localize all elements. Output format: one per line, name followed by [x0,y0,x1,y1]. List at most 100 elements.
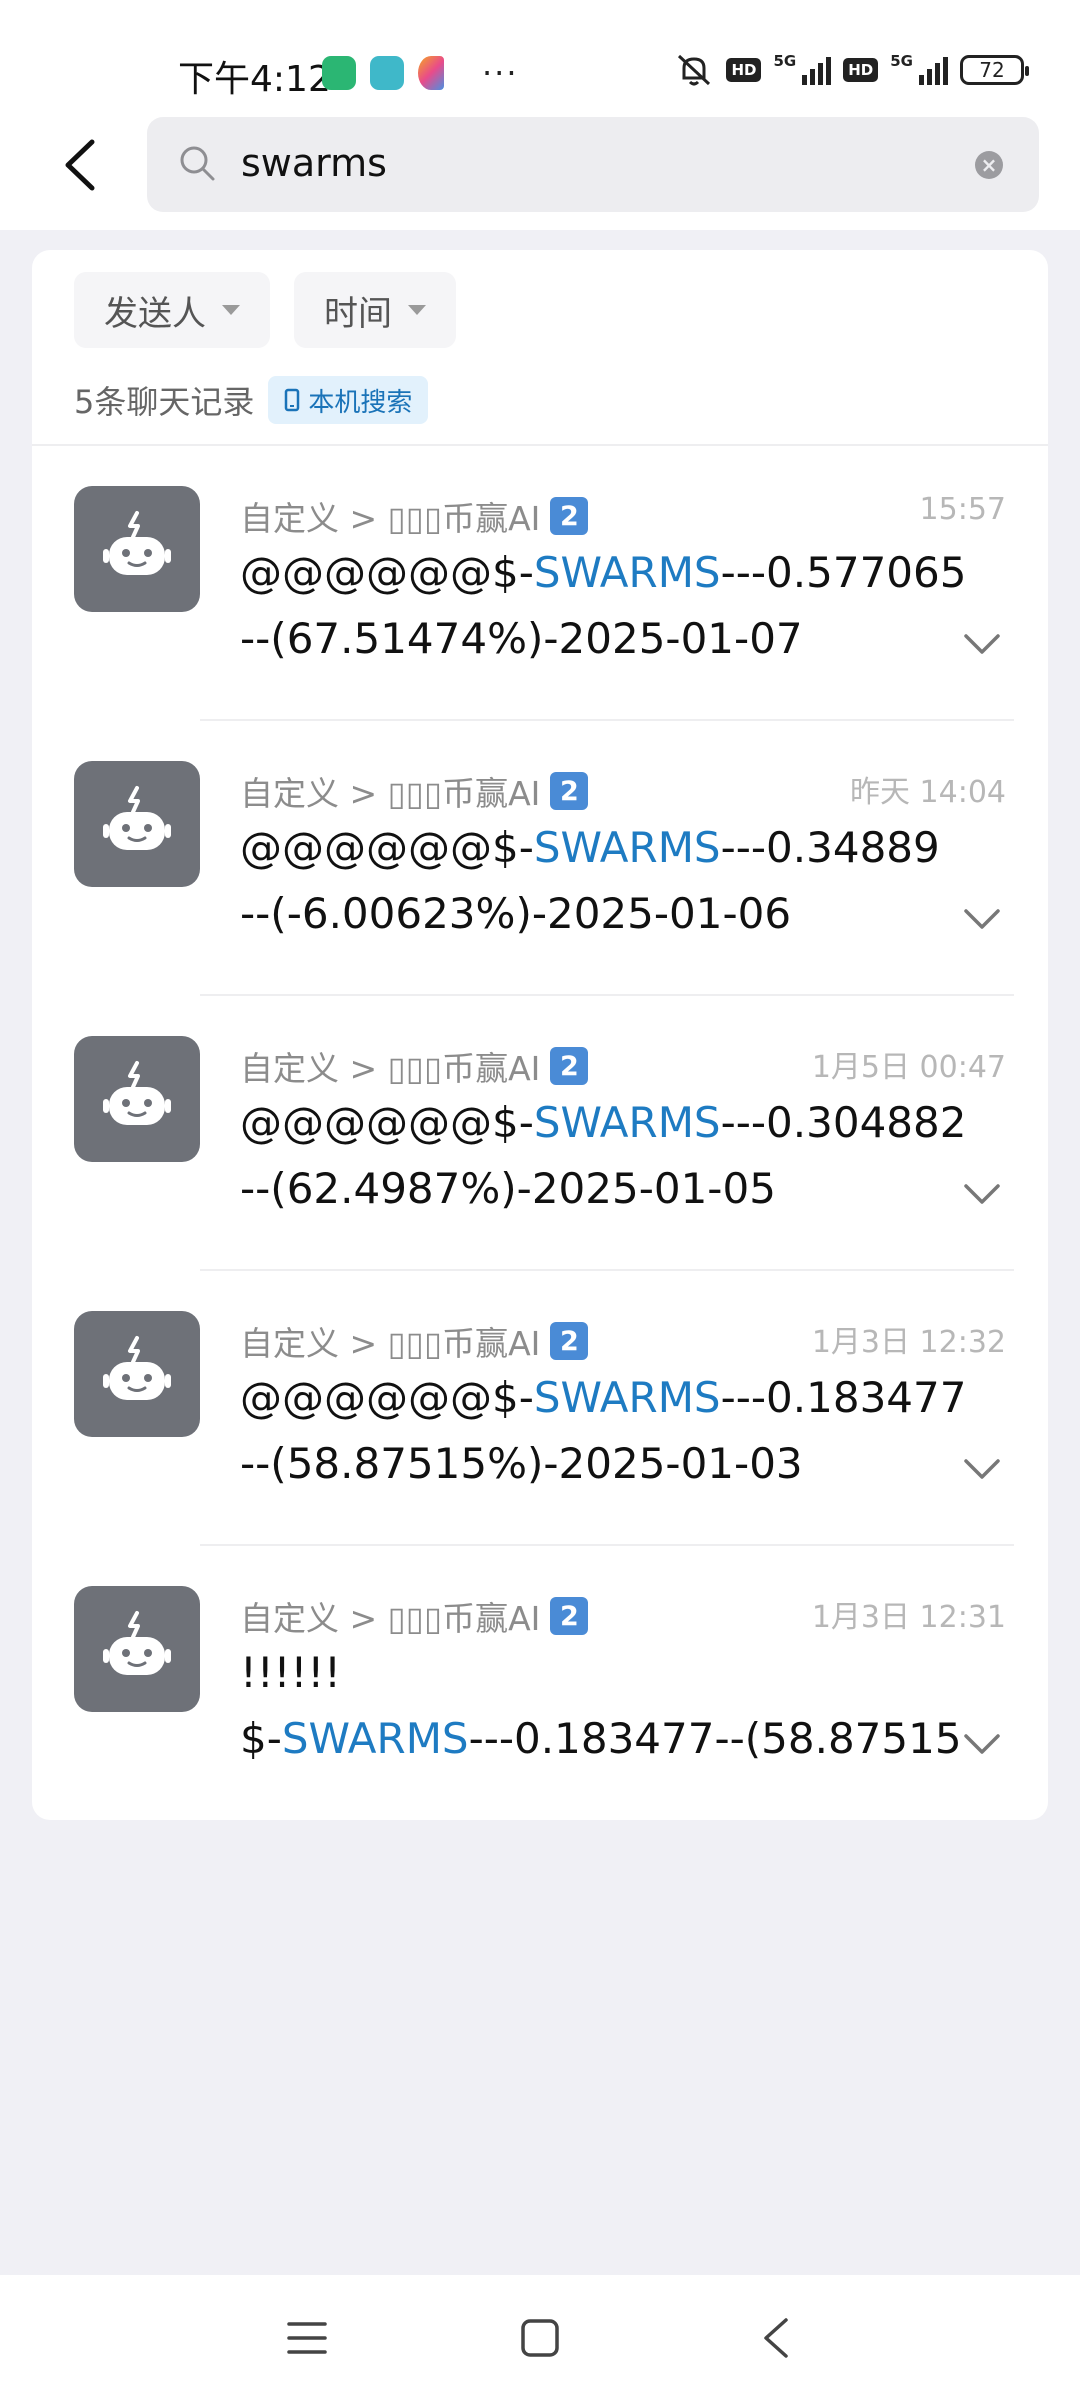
result-path-text: 自定义 > ▯▯▯币赢AI [240,1324,541,1363]
text-segment: ---0.183477--(58.87515 [468,1714,962,1763]
result-text-line1: @@@@@@$-SWARMS---0.304882 [240,1098,966,1147]
avatar [74,1036,200,1162]
text-segment: @@@@@@$- [240,548,534,597]
status-app-icons: ··· [322,54,519,92]
battery-level: 72 [979,58,1005,82]
battery-icon: 72 [960,55,1029,85]
back-button[interactable] [50,135,110,195]
chevron-down-icon[interactable] [962,899,1002,939]
result-path-text: 自定义 > ▯▯▯币赢AI [240,499,541,538]
clear-icon[interactable]: × [975,151,1003,179]
time-filter[interactable]: 时间 [294,272,456,348]
number-badge: 2 [550,497,589,535]
result-time: 1月5日 00:47 [811,1050,1006,1085]
result-path-text: 自定义 > ▯▯▯币赢AI [240,1599,541,1638]
text-segment: ---0.577065 [720,548,967,597]
robot-icon [103,511,171,575]
result-path-text: 自定义 > ▯▯▯币赢AI [240,774,541,813]
local-search-label: 本机搜索 [308,387,413,418]
local-search-button[interactable]: 本机搜索 [268,376,429,424]
search-header: swarms × [0,100,1080,230]
search-query: swarms [241,141,387,185]
avatar [74,1586,200,1712]
hd-icon: HD [843,58,879,82]
search-input[interactable]: swarms × [147,117,1039,212]
chevron-down-icon[interactable] [962,624,1002,664]
search-result-item[interactable]: 自定义 > ▯▯▯币赢AI 2 1月3日 12:32 @@@@@@$-SWARM… [32,1271,1048,1546]
signal-icon [802,55,832,85]
search-result-item[interactable]: 自定义 > ▯▯▯币赢AI 2 1月5日 00:47 @@@@@@$-SWARM… [32,996,1048,1271]
network-type: 5G [890,52,913,70]
highlight-keyword: SWARMS [533,823,721,872]
result-path: 自定义 > ▯▯▯币赢AI 2 [240,492,589,540]
search-icon [180,146,215,181]
result-text-line2: --(58.87515%)-2025-01-03 [240,1439,803,1488]
more-notifications-icon: ··· [482,54,519,92]
search-result-item[interactable]: 自定义 > ▯▯▯币赢AI 2 15:57 @@@@@@$-SWARMS---0… [32,446,1048,721]
result-path: 自定义 > ▯▯▯币赢AI 2 [240,767,589,815]
hd-icon: HD [726,58,762,82]
result-text-line2: --(-6.00623%)-2025-01-06 [240,889,792,938]
text-segment: $- [240,1714,282,1763]
result-time: 1月3日 12:31 [811,1600,1006,1635]
result-text-line2: --(62.4987%)-2025-01-05 [240,1164,776,1213]
result-time: 昨天 14:04 [850,775,1006,810]
play-store-icon [418,56,444,90]
nav-back-icon [764,2318,788,2358]
time-filter-label: 时间 [324,293,392,334]
robot-icon [103,786,171,850]
search-result-item[interactable]: 自定义 > ▯▯▯币赢AI 2 1月3日 12:31 !!!!!! $-SWAR… [32,1546,1048,1820]
status-indicators: HD 5G HD 5G 72 [674,52,1029,88]
avatar [74,761,200,887]
status-time: 下午4:12 [178,59,331,100]
text-segment: @@@@@@$- [240,1098,534,1147]
result-text-line2: $-SWARMS---0.183477--(58.87515 [240,1714,962,1763]
result-summary: 5条聊天记录 本机搜索 [74,376,429,424]
result-path: 自定义 > ▯▯▯币赢AI 2 [240,1592,589,1640]
number-badge: 2 [550,1322,589,1360]
chevron-down-icon[interactable] [962,1174,1002,1214]
caret-down-icon [222,305,240,315]
result-text-line2: --(67.51474%)-2025-01-07 [240,614,803,663]
result-text-line1: @@@@@@$-SWARMS---0.34889 [240,823,940,872]
avatar [74,1311,200,1437]
number-badge: 2 [550,1047,589,1085]
number-badge: 2 [550,1597,589,1635]
network-type: 5G [773,52,797,70]
result-path: 自定义 > ▯▯▯币赢AI 2 [240,1317,589,1365]
app-notification-icon [322,56,356,90]
filter-row: 发送人 时间 [74,272,456,348]
nav-menu-button[interactable] [282,2313,332,2363]
chevron-down-icon[interactable] [962,1724,1002,1764]
highlight-keyword: SWARMS [281,1714,469,1763]
chevron-down-icon[interactable] [962,1449,1002,1489]
result-time: 1月3日 12:32 [811,1325,1006,1360]
text-segment: ---0.183477 [720,1373,967,1422]
search-result-item[interactable]: 自定义 > ▯▯▯币赢AI 2 昨天 14:04 @@@@@@$-SWARMS-… [32,721,1048,996]
text-segment: @@@@@@$- [240,1373,534,1422]
app-notification-icon [370,56,404,90]
highlight-keyword: SWARMS [533,1373,721,1422]
result-path-text: 自定义 > ▯▯▯币赢AI [240,1049,541,1088]
avatar [74,486,200,612]
mute-bell-icon [678,54,711,86]
nav-home-button[interactable] [515,2313,565,2363]
home-icon [521,2319,559,2357]
number-badge: 2 [550,772,589,810]
caret-down-icon [408,305,426,315]
robot-icon [103,1611,171,1675]
robot-icon [103,1061,171,1125]
nav-back-button[interactable] [750,2313,800,2363]
navigation-bar [0,2275,1080,2400]
sender-filter-label: 发送人 [104,293,206,334]
results-card: 发送人 时间 5条聊天记录 本机搜索 自定义 > ▯▯▯币赢AI 2 15:57… [32,250,1048,1820]
signal-icon [919,55,948,85]
back-arrow-icon [65,139,95,191]
result-text-line1: @@@@@@$-SWARMS---0.577065 [240,548,966,597]
highlight-keyword: SWARMS [533,548,721,597]
sender-filter[interactable]: 发送人 [74,272,270,348]
result-text-line1: @@@@@@$-SWARMS---0.183477 [240,1373,966,1422]
phone-icon [285,388,300,412]
highlight-keyword: SWARMS [533,1098,721,1147]
result-time: 15:57 [919,492,1006,527]
